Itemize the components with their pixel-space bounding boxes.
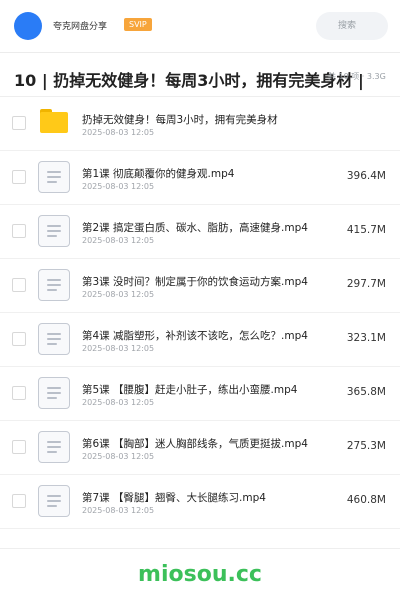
svip-badge: SVIP [124,18,152,31]
video-file-icon [38,269,70,301]
list-item[interactable]: 第2课 搞定蛋白质、碳水、脂肪，高速健身.mp4 2025-08-03 12:05… [0,205,400,259]
row-checkbox[interactable] [12,332,26,346]
bottom-divider [0,548,400,549]
watermark: miosou.cc [138,562,262,587]
file-size: 297.7M [346,278,386,290]
app-name: 夸克网盘分享 [53,22,108,32]
header-divider [0,52,400,53]
top-bar: 夸克网盘分享 SVIP 搜索 [0,0,400,52]
file-size: 365.8M [346,386,386,398]
file-name[interactable]: 第4课 减脂塑形，补剂该不该吃，怎么吃？.mp4 [82,328,308,343]
file-name[interactable]: 第6课 【胸部】迷人胸部线条，气质更挺拔.mp4 [82,436,308,451]
video-file-icon [38,215,70,247]
file-size: 323.1M [346,332,386,344]
row-checkbox[interactable] [12,494,26,508]
video-file-icon [38,161,70,193]
file-name[interactable]: 第1课 彻底颠覆你的健身观.mp4 [82,166,234,181]
file-name[interactable]: 扔掉无效健身！每周3小时，拥有完美身材 [82,112,278,127]
search-input[interactable]: 搜索 [316,12,388,40]
file-size: 460.8M [346,494,386,506]
row-checkbox[interactable] [12,440,26,454]
title-meta: 共 10 项 · 3.3G [328,72,386,81]
file-size: 396.4M [346,170,386,182]
file-date: 2025-08-03 12:05 [82,236,155,245]
file-name[interactable]: 第3课 没时间？制定属于你的饮食运动方案.mp4 [82,274,308,289]
file-date: 2025-08-03 12:05 [82,290,155,299]
file-date: 2025-08-03 12:05 [82,398,155,407]
file-size: 275.3M [346,440,386,452]
row-checkbox[interactable] [12,278,26,292]
list-item[interactable]: 第6课 【胸部】迷人胸部线条，气质更挺拔.mp4 2025-08-03 12:05… [0,421,400,475]
file-name[interactable]: 第5课 【腰腹】赶走小肚子，练出小蛮腰.mp4 [82,382,297,397]
title-row: 10 | 扔掉无效健身！每周3小时，拥有完美身材 | 共 10 项 · 3.3G [0,60,400,96]
list-item[interactable]: 第1课 彻底颠覆你的健身观.mp4 2025-08-03 12:05 396.4M [0,151,400,205]
row-checkbox[interactable] [12,224,26,238]
list-item[interactable]: 第3课 没时间？制定属于你的饮食运动方案.mp4 2025-08-03 12:05… [0,259,400,313]
video-file-icon [38,431,70,463]
file-list: 扔掉无效健身！每周3小时，拥有完美身材 2025-08-03 12:05 第1课 彻… [0,97,400,529]
video-file-icon [38,377,70,409]
row-checkbox[interactable] [12,170,26,184]
row-checkbox[interactable] [12,386,26,400]
file-name[interactable]: 第7课 【臀腿】翘臀、大长腿练习.mp4 [82,490,266,505]
file-date: 2025-08-03 12:05 [82,182,155,191]
file-name[interactable]: 第2课 搞定蛋白质、碳水、脂肪，高速健身.mp4 [82,220,308,235]
video-file-icon [38,485,70,517]
file-date: 2025-08-03 12:05 [82,452,155,461]
list-item[interactable]: 第7课 【臀腿】翘臀、大长腿练习.mp4 2025-08-03 12:05 460.… [0,475,400,529]
avatar[interactable] [14,12,42,40]
video-file-icon [38,323,70,355]
file-date: 2025-08-03 12:05 [82,506,155,515]
file-date: 2025-08-03 12:05 [82,128,155,137]
list-item[interactable]: 第4课 减脂塑形，补剂该不该吃，怎么吃？.mp4 2025-08-03 12:05… [0,313,400,367]
file-date: 2025-08-03 12:05 [82,344,155,353]
page-title: 10 | 扔掉无效健身！每周3小时，拥有完美身材 | [14,71,364,90]
list-item[interactable]: 扔掉无效健身！每周3小时，拥有完美身材 2025-08-03 12:05 [0,97,400,151]
file-size: 415.7M [346,224,386,236]
folder-icon [40,109,68,133]
list-item[interactable]: 第5课 【腰腹】赶走小肚子，练出小蛮腰.mp4 2025-08-03 12:05 3… [0,367,400,421]
row-checkbox[interactable] [12,116,26,130]
